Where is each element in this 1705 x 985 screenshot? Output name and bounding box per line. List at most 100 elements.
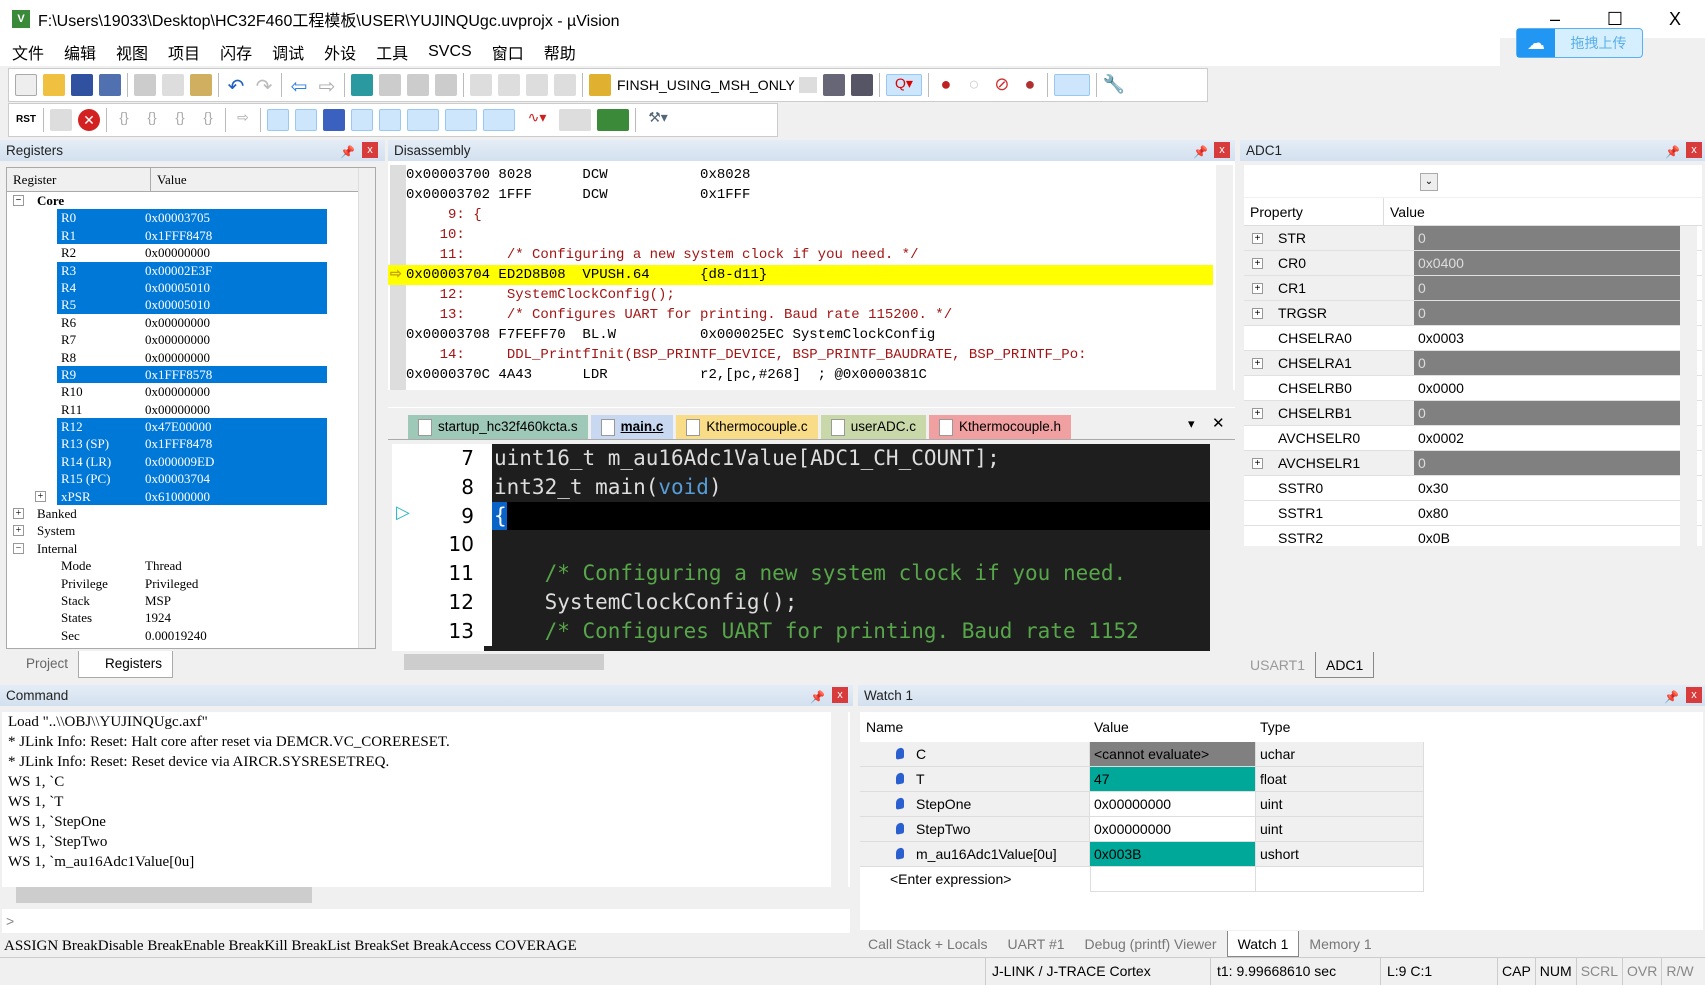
- disassembly-row[interactable]: 14: DDL_PrintfInit(BSP_PRINTF_DEVICE, BS…: [388, 345, 1213, 365]
- expand-icon[interactable]: +: [13, 525, 24, 537]
- window-layout-icon[interactable]: [1053, 74, 1090, 96]
- undo-icon[interactable]: ↶: [225, 74, 247, 98]
- close-panel-button[interactable]: x: [1686, 687, 1702, 703]
- watch-value[interactable]: 47: [1090, 767, 1256, 792]
- disassembly-row[interactable]: 9: {: [388, 205, 1213, 225]
- trace-windows-icon[interactable]: [559, 109, 591, 131]
- menu-item[interactable]: 闪存: [220, 40, 252, 64]
- tree-group-core[interactable]: − Core: [7, 192, 375, 209]
- column-header-value[interactable]: Value: [1090, 712, 1256, 742]
- column-header-value[interactable]: Value: [151, 168, 357, 191]
- open-folder-icon[interactable]: [43, 74, 65, 96]
- tab-uart-1[interactable]: UART #1: [997, 931, 1074, 957]
- adc-register-row[interactable]: + CR0 0x0400: [1244, 251, 1702, 276]
- tab-debug-printf-viewer[interactable]: Debug (printf) Viewer: [1075, 931, 1227, 957]
- column-header-type[interactable]: Type: [1256, 712, 1424, 742]
- menu-item[interactable]: 视图: [116, 40, 148, 64]
- editor-tab[interactable]: Kthermocouple.c: [676, 415, 818, 439]
- reset-icon[interactable]: RST: [15, 109, 37, 131]
- register-row[interactable]: R4 0x00005010: [7, 278, 375, 297]
- register-row[interactable]: xPSR 0x61000000 +: [7, 487, 375, 506]
- editor-hscroll[interactable]: [392, 654, 1228, 672]
- disassembly-row[interactable]: 0x0000370C 4A43 LDR r2,[pc,#268] ; @0x00…: [388, 365, 1213, 385]
- indent-icon[interactable]: [470, 74, 492, 96]
- disassembly-row[interactable]: 10:: [388, 225, 1213, 245]
- register-row[interactable]: R11 0x00000000: [7, 401, 375, 418]
- expand-icon[interactable]: +: [1252, 358, 1263, 369]
- property-value[interactable]: 0x0002: [1414, 426, 1702, 450]
- property-value[interactable]: 0x0400: [1414, 251, 1680, 275]
- pin-icon[interactable]: 📌: [810, 687, 825, 708]
- step-over-icon[interactable]: {}: [141, 109, 163, 131]
- collapse-icon[interactable]: −: [13, 542, 24, 554]
- menu-item[interactable]: 调试: [272, 40, 304, 64]
- disassembly-window-icon[interactable]: [295, 109, 317, 131]
- tab-usart1[interactable]: USART1: [1240, 652, 1315, 678]
- watch-windows-icon[interactable]: [407, 109, 439, 131]
- bookmark-icon[interactable]: [351, 74, 373, 96]
- disassembly-row[interactable]: 11: /* Configuring a new system clock if…: [388, 245, 1213, 265]
- call-stack-window-icon[interactable]: [379, 109, 401, 131]
- adc-register-row[interactable]: CHSELRB0 0x0000: [1244, 376, 1702, 401]
- copy-icon[interactable]: [162, 74, 184, 96]
- code-line[interactable]: 8 int32_t main(void): [392, 472, 1210, 502]
- redo-icon[interactable]: ↷: [253, 74, 275, 98]
- disassembly-row[interactable]: 0x00003708 F7FEFF70 BL.W 0x000025EC Syst…: [388, 325, 1213, 345]
- new-file-icon[interactable]: [15, 74, 37, 96]
- debug-session-icon[interactable]: Q▾: [885, 74, 922, 96]
- adc-register-row[interactable]: + CR1 0: [1244, 276, 1702, 301]
- watch-value[interactable]: 0x00000000: [1090, 792, 1256, 817]
- uncomment-icon[interactable]: [554, 74, 576, 96]
- property-value[interactable]: 0: [1414, 301, 1680, 325]
- upload-button[interactable]: ☁ 拖拽上传: [1516, 28, 1643, 58]
- code-editor[interactable]: 7 uint16_t m_au16Adc1Value[ADC1_CH_COUNT]…: [392, 444, 1210, 651]
- enter-expression[interactable]: <Enter expression>: [860, 867, 1090, 892]
- register-row[interactable]: R12 0x47E00000: [7, 418, 375, 436]
- register-row[interactable]: R14 (LR) 0x000009ED: [7, 452, 375, 471]
- chevron-down-icon[interactable]: ⌄: [1420, 173, 1438, 191]
- menu-item[interactable]: 外设: [324, 40, 356, 64]
- expand-icon[interactable]: +: [1252, 408, 1263, 419]
- register-row[interactable]: Sec 0.00019240: [7, 627, 375, 644]
- adc-register-row[interactable]: SSTR0 0x30: [1244, 476, 1702, 501]
- find-icon[interactable]: [822, 74, 845, 96]
- editor-tab[interactable]: startup_hc32f460kcta.s: [408, 415, 588, 439]
- code-line[interactable]: 10: [392, 530, 1210, 560]
- register-row[interactable]: R13 (SP) 0x1FFF8478: [7, 435, 375, 453]
- navigate-forward-icon[interactable]: ⇨: [316, 74, 338, 98]
- code-line[interactable]: 7 uint16_t m_au16Adc1Value[ADC1_CH_COUNT]…: [392, 444, 1210, 473]
- menu-item[interactable]: 文件: [12, 40, 44, 64]
- menu-item[interactable]: 工具: [376, 40, 408, 64]
- register-row[interactable]: R3 0x00002E3F: [7, 261, 375, 279]
- navigate-back-icon[interactable]: ⇦: [288, 74, 310, 98]
- serial-windows-icon[interactable]: [483, 109, 515, 131]
- tab-project[interactable]: Project: [0, 651, 78, 678]
- next-bookmark-icon[interactable]: [407, 74, 429, 96]
- disassembly-row[interactable]: 12: SystemClockConfig();: [388, 285, 1213, 305]
- step-out-icon[interactable]: {}: [169, 109, 191, 131]
- command-hscroll[interactable]: [2, 887, 850, 905]
- property-value[interactable]: 0: [1414, 351, 1680, 375]
- run-icon[interactable]: [50, 109, 72, 131]
- save-icon[interactable]: [71, 74, 93, 96]
- property-value[interactable]: 0: [1414, 276, 1680, 300]
- menu-item[interactable]: SVCS: [428, 43, 472, 61]
- tree-group-system[interactable]: + System: [7, 522, 375, 539]
- close-panel-button[interactable]: x: [1214, 142, 1230, 158]
- collapse-icon[interactable]: −: [13, 195, 24, 206]
- expand-icon[interactable]: +: [1252, 233, 1263, 244]
- code-line[interactable]: 13 /* Configures UART for printing. Baud…: [392, 616, 1210, 646]
- editor-tab[interactable]: Kthermocouple.h: [928, 415, 1072, 439]
- column-header-register[interactable]: Register: [7, 168, 151, 191]
- register-row[interactable]: States 1924: [7, 609, 375, 626]
- register-row[interactable]: R8 0x00000000: [7, 349, 375, 366]
- clear-bookmarks-icon[interactable]: [435, 74, 457, 96]
- watch-row[interactable]: StepTwo 0x00000000 uint: [860, 817, 1703, 842]
- tab-list-dropdown-icon[interactable]: ▾: [1188, 416, 1195, 432]
- property-value[interactable]: 0x0B: [1414, 526, 1702, 546]
- disable-breakpoints-icon[interactable]: ⊘: [991, 74, 1013, 96]
- watch-value[interactable]: <cannot evaluate>: [1090, 742, 1256, 767]
- current-instruction-row[interactable]: 0x00003704 ED2D8B08 VPUSH.64 {d8-d11}: [388, 265, 1213, 285]
- insert-breakpoint-icon[interactable]: ●: [935, 74, 957, 96]
- menu-item[interactable]: 项目: [168, 40, 200, 64]
